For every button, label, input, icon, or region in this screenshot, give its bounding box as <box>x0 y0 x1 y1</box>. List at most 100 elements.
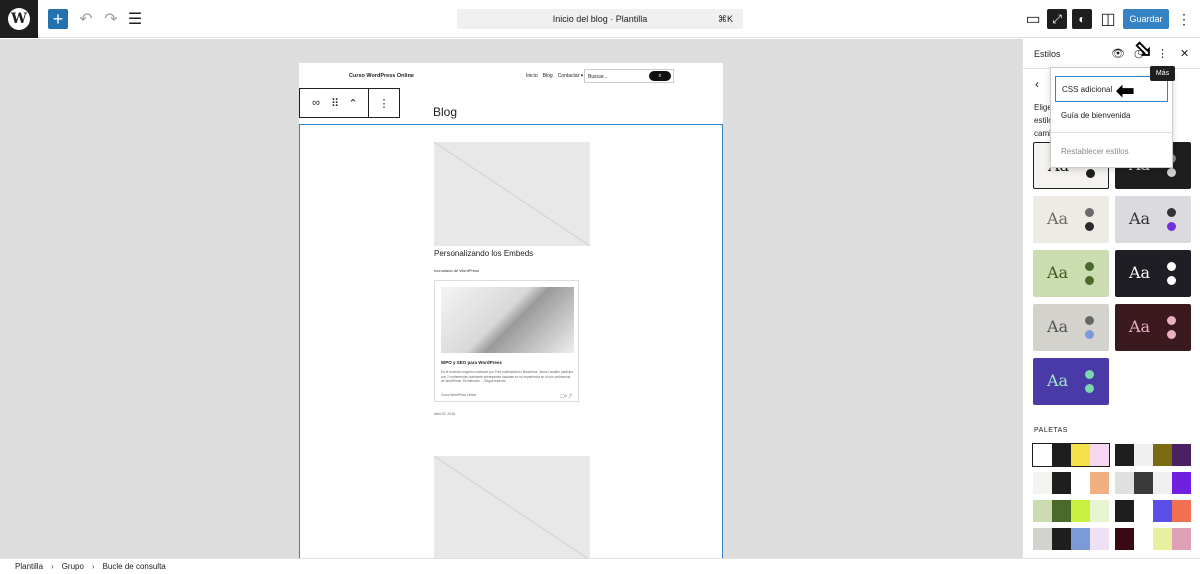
palette-swatch <box>1033 500 1052 522</box>
zoom-out-icon[interactable]: ⤢ <box>1047 9 1067 29</box>
palette-swatch <box>1134 472 1153 494</box>
palette-swatch <box>1033 444 1052 466</box>
tooltip: Más <box>1150 66 1175 81</box>
palette-swatch <box>1115 500 1134 522</box>
color-dot <box>1085 384 1094 393</box>
chevron-right-icon: › <box>51 562 54 571</box>
page-title: Blog <box>433 105 458 119</box>
back-icon[interactable]: ‹ <box>1035 77 1039 91</box>
palette-swatch <box>1172 500 1191 522</box>
breadcrumb-item-query-loop[interactable]: Bucle de consulta <box>103 562 166 571</box>
color-dot <box>1167 316 1176 325</box>
palette-swatch <box>1090 528 1109 550</box>
options-more-icon[interactable]: ⋮ <box>1174 9 1194 29</box>
color-dot <box>1085 276 1094 285</box>
palette-swatch <box>1090 472 1109 494</box>
palette-swatch <box>1033 472 1052 494</box>
wordpress-logo-button[interactable]: W <box>0 0 38 38</box>
palette-swatch <box>1172 444 1191 466</box>
embed-excerpt: En el reciente congreso realizado por Pu… <box>441 370 574 383</box>
undo-icon[interactable]: ↶ <box>76 9 96 29</box>
color-dot <box>1085 370 1094 379</box>
style-preview-text: Aa <box>1047 317 1069 336</box>
palette-swatch <box>1071 444 1090 466</box>
color-palette[interactable] <box>1033 500 1109 522</box>
more-menu: CSS adicional Guía de bienvenida Restabl… <box>1050 67 1173 168</box>
palette-swatch <box>1115 444 1134 466</box>
eye-icon[interactable]: 👁 <box>1111 47 1125 60</box>
query-loop-block[interactable]: Personalizando los Embeds Incrustado de … <box>299 124 723 558</box>
breadcrumb-item-plantilla[interactable]: Plantilla <box>15 562 43 571</box>
post-title[interactable]: Personalizando los Embeds <box>434 249 533 258</box>
page-preview: Curso WordPress Online Inicio Blog Conta… <box>299 63 723 558</box>
menu-item-welcome-guide[interactable]: Guía de bienvenida <box>1051 111 1172 120</box>
search-icon[interactable]: ⌕ <box>649 71 671 81</box>
add-block-button[interactable]: + <box>48 9 68 29</box>
style-variation[interactable]: Aa <box>1033 250 1109 297</box>
settings-sidebar-icon[interactable]: ◫ <box>1098 9 1118 29</box>
color-dot <box>1167 222 1176 231</box>
move-up-down-icon[interactable]: ⌃ <box>344 89 362 117</box>
embed-card[interactable]: WPO y SEO para WordPress En el reciente … <box>434 280 579 402</box>
featured-image-placeholder <box>434 142 590 246</box>
color-dot <box>1085 222 1094 231</box>
color-dot <box>1085 208 1094 217</box>
nav-item-blog[interactable]: Blog <box>543 73 553 79</box>
style-variation[interactable]: Aa <box>1033 196 1109 243</box>
nav-item-inicio[interactable]: Inicio <box>526 73 538 79</box>
palette-swatch <box>1033 528 1052 550</box>
color-palette[interactable] <box>1115 472 1191 494</box>
color-palette[interactable] <box>1115 528 1191 550</box>
palettes-label: PALETAS <box>1034 427 1068 434</box>
breadcrumb-item-grupo[interactable]: Grupo <box>62 562 84 571</box>
color-palette[interactable] <box>1115 500 1191 522</box>
drag-handle-icon[interactable]: ⠿ <box>328 89 342 117</box>
sidebar-title: Estilos <box>1034 49 1061 59</box>
style-preview-text: Aa <box>1047 371 1069 390</box>
post-date: abril 20, 2016 <box>434 412 456 416</box>
more-icon[interactable]: ⋮ <box>1157 47 1168 60</box>
post-meta: Incrustado de WordPress <box>434 268 480 273</box>
color-dot <box>1167 262 1176 271</box>
color-palette[interactable] <box>1033 472 1109 494</box>
list-view-icon[interactable]: ☰ <box>125 9 145 29</box>
palette-swatch <box>1071 472 1090 494</box>
style-variation[interactable]: Aa <box>1115 196 1191 243</box>
style-variation[interactable]: Aa <box>1115 250 1191 297</box>
sidebar-header: Estilos 👁 ◷ ⋮ ✕ <box>1023 39 1200 69</box>
top-toolbar: W + ↶ ↷ ☰ Inicio del blog · Plantilla ⌘K… <box>0 0 1200 38</box>
editor-canvas: Curso WordPress Online Inicio Blog Conta… <box>0 39 1022 558</box>
block-options-icon[interactable]: ⋮ <box>370 89 398 117</box>
style-variation[interactable]: Aa <box>1115 304 1191 351</box>
palette-swatch <box>1071 528 1090 550</box>
style-preview-text: Aa <box>1129 209 1151 228</box>
breadcrumb: Plantilla › Grupo › Bucle de consulta <box>0 558 1200 574</box>
style-preview-text: Aa <box>1047 209 1069 228</box>
palette-swatch <box>1134 444 1153 466</box>
style-preview-text: Aa <box>1129 263 1151 282</box>
search-input[interactable]: Buscar... ⌕ <box>584 69 674 83</box>
palette-swatch <box>1071 500 1090 522</box>
menu-item-reset-styles[interactable]: Restablecer estilos <box>1051 147 1172 156</box>
palette-swatch <box>1052 528 1071 550</box>
redo-icon[interactable]: ↷ <box>101 9 121 29</box>
site-title[interactable]: Curso WordPress Online <box>349 73 414 79</box>
view-icon[interactable]: ▭ <box>1023 9 1043 29</box>
palette-swatch <box>1153 528 1172 550</box>
chevron-right-icon: › <box>91 562 95 571</box>
nav-item-contactar[interactable]: Contactar ▾ <box>558 73 584 79</box>
styles-icon[interactable]: ◐ <box>1072 9 1092 29</box>
style-variation[interactable]: Aa <box>1033 304 1109 351</box>
featured-image-placeholder <box>434 456 590 558</box>
color-palette[interactable] <box>1033 528 1109 550</box>
color-palette[interactable] <box>1115 444 1191 466</box>
close-icon[interactable]: ✕ <box>1180 47 1189 60</box>
color-palette[interactable] <box>1032 443 1110 467</box>
command-palette[interactable]: Inicio del blog · Plantilla ⌘K <box>457 9 743 29</box>
shortcut-hint: ⌘K <box>717 14 733 24</box>
annotation-arrow-left-icon: ⬅ <box>1116 78 1135 103</box>
palette-swatch <box>1134 528 1153 550</box>
style-variation[interactable]: Aa <box>1033 358 1109 405</box>
save-button[interactable]: Guardar <box>1123 9 1169 29</box>
query-loop-icon[interactable]: ∞ <box>302 89 330 117</box>
